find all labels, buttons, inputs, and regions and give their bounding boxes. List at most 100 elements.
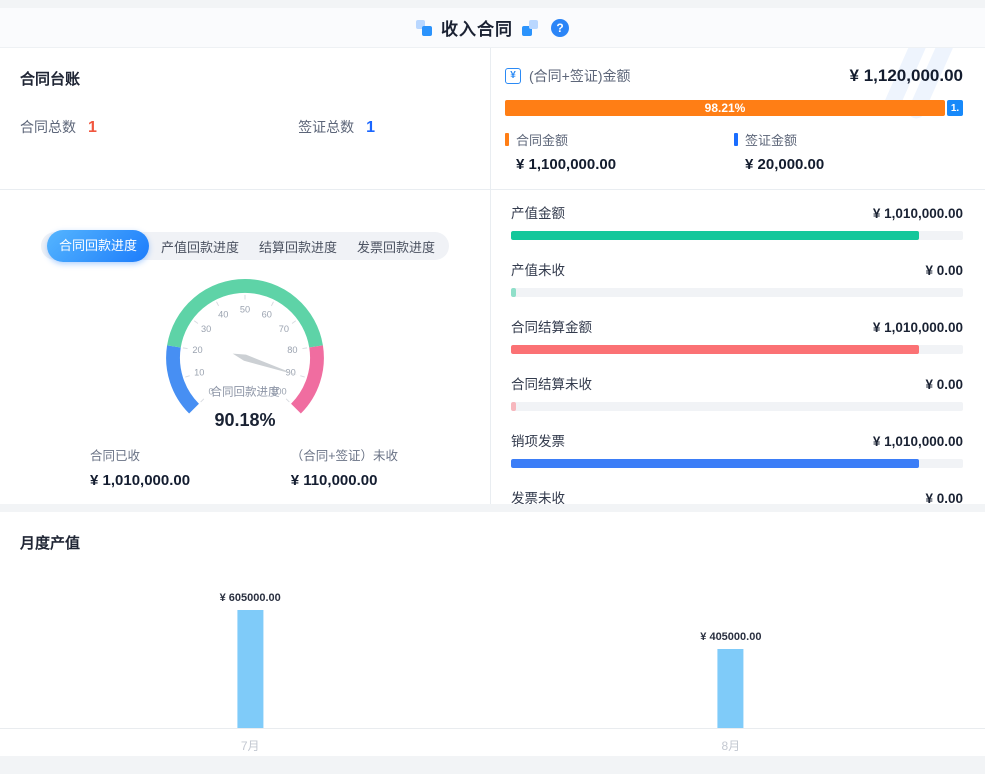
amount-ratio-bar: 98.21% 1. (505, 100, 963, 116)
gauge-tick-label: 60 (262, 310, 272, 320)
bar[interactable] (237, 610, 263, 728)
help-icon[interactable]: ? (551, 19, 569, 37)
gauge-percent-value: 90.18% (214, 410, 275, 431)
gauge-title: 合同回款进度 (210, 385, 280, 399)
contract-count-value: 1 (88, 119, 97, 137)
gauge-tick (217, 302, 219, 306)
bar-data-label: ¥ 605000.00 (220, 592, 281, 604)
contract-amount-value: ¥ 1,100,000.00 (505, 156, 734, 173)
bar-category-label: 8月 (722, 737, 741, 754)
gauge-tick-label: 10 (194, 367, 204, 377)
contract-count-label: 合同总数 (20, 117, 76, 137)
gauge-tick (185, 376, 189, 377)
collection-progress-panel: 合同回款进度产值回款进度结算回款进度发票回款进度 010203040506070… (0, 190, 490, 504)
visa-count-item: 签证总数 1 (298, 117, 375, 137)
bar-group-8月: ¥ 405000.008月 (700, 631, 761, 728)
stat-value: ¥ 0.00 (925, 491, 963, 504)
stat-row: 发票未收¥ 0.00 (511, 487, 963, 504)
visa-amount-bar: 1. (947, 100, 963, 116)
gauge-tick-label: 70 (279, 324, 289, 334)
gauge-segment (173, 346, 194, 408)
bar-data-label: ¥ 405000.00 (700, 631, 761, 643)
stat-value: ¥ 1,010,000.00 (873, 206, 963, 221)
unreceived-value: ¥ 110,000.00 (291, 472, 398, 489)
stat-row: 产值金额 ¥ 1,010,000.00 (511, 202, 963, 240)
stat-row: 合同结算金额¥ 1,010,000.00 (511, 316, 963, 354)
gauge-tick-label: 20 (192, 345, 202, 355)
tab-结算回款进度[interactable]: 结算回款进度 (249, 237, 347, 256)
gauge-tick (271, 302, 273, 306)
stat-track (511, 288, 963, 297)
amount-summary-panel: ¥ (合同+签证)金额 ¥ 1,120,000.00 98.21% 1. 合同金… (491, 48, 985, 189)
stat-label: 销项发票 (511, 430, 565, 450)
stat-label: 产值金额 (511, 202, 565, 222)
tab-发票回款进度[interactable]: 发票回款进度 (347, 237, 445, 256)
contract-ledger-panel: 合同台账 合同总数 1 签证总数 1 (0, 48, 490, 189)
stat-track (511, 345, 963, 354)
bar[interactable] (718, 649, 744, 728)
stat-fill (511, 288, 516, 297)
dashboard-grid: 合同台账 合同总数 1 签证总数 1 ¥ (合同+签证)金额 ¥ 1,120,0… (0, 48, 985, 504)
gauge-tick (194, 321, 198, 324)
stat-track (511, 402, 963, 411)
received-value: ¥ 1,010,000.00 (90, 472, 190, 489)
ledger-row: 合同总数 1 签证总数 1 (20, 117, 470, 137)
visa-amount-value: ¥ 20,000.00 (734, 156, 963, 173)
stat-fill (511, 402, 516, 411)
contract-amount-label: 合同金额 (516, 130, 568, 149)
ledger-title: 合同台账 (20, 68, 470, 89)
title-decor-right-icon (522, 20, 538, 36)
monthly-output-panel: 月度产值 ¥ 605000.007月¥ 405000.008月 (0, 512, 985, 756)
stat-value: ¥ 1,010,000.00 (873, 320, 963, 335)
received-block: 合同已收 ¥ 1,010,000.00 (90, 445, 190, 489)
unreceived-block: （合同+签证）未收 ¥ 110,000.00 (291, 445, 398, 489)
stats-panel: 产值金额 ¥ 1,010,000.00 产值未收 ¥ 0.00 合同结算金额¥ 1,01… (491, 190, 985, 504)
gauge-tick (183, 348, 188, 349)
progress-tabs: 合同回款进度产值回款进度结算回款进度发票回款进度 (41, 232, 449, 260)
stat-row: 产值未收 ¥ 0.00 (511, 259, 963, 297)
title-decor-left-icon (416, 20, 432, 36)
gauge-tick-label: 40 (218, 310, 228, 320)
stat-value: ¥ 0.00 (925, 263, 963, 278)
stat-fill (511, 231, 919, 240)
stat-fill (511, 345, 919, 354)
invoice-icon: ¥ (505, 68, 521, 84)
monthly-bar-chart: ¥ 605000.007月 ¥ 405000.008月 (0, 567, 985, 729)
gauge-tick-label: 50 (240, 304, 250, 314)
gauge-tick-label: 30 (201, 324, 211, 334)
stat-value: ¥ 1,010,000.00 (873, 434, 963, 449)
gauge-tick (302, 348, 307, 349)
tab-产值回款进度[interactable]: 产值回款进度 (151, 237, 249, 256)
gauge-tick (292, 321, 296, 324)
stat-label: 产值未收 (511, 259, 565, 279)
stats-rows: 产值金额 ¥ 1,010,000.00 产值未收 ¥ 0.00 合同结算金额¥ 1,01… (511, 202, 963, 504)
received-label: 合同已收 (90, 445, 190, 464)
gauge-segment (296, 346, 317, 408)
stat-row: 销项发票 ¥ 1,010,000.00 (511, 430, 963, 468)
page-title: 收入合同 (441, 15, 513, 40)
visa-count-label: 签证总数 (298, 117, 354, 137)
gauge-tick (286, 399, 289, 402)
gauge-tick (300, 376, 304, 377)
visa-amount-label: 签证金额 (745, 130, 797, 149)
monthly-title: 月度产值 (20, 532, 985, 553)
stat-track (511, 231, 963, 240)
visa-count-value: 1 (366, 119, 375, 137)
tab-合同回款进度[interactable]: 合同回款进度 (47, 230, 149, 262)
bar-category-label: 7月 (241, 737, 260, 754)
bar-group-7月: ¥ 605000.007月 (220, 592, 281, 728)
stat-fill (511, 459, 919, 468)
stat-row: 合同结算未收 ¥ 0.00 (511, 373, 963, 411)
gauge-pointer (233, 354, 298, 376)
stat-value: ¥ 0.00 (925, 377, 963, 392)
visa-amount-legend: 签证金额 ¥ 20,000.00 (734, 130, 963, 173)
contract-count-item: 合同总数 1 (20, 117, 97, 137)
collection-gauge-chart: 0102030405060708090100合同回款进度 (139, 270, 351, 414)
summary-total-value: ¥ 1,120,000.00 (850, 66, 963, 86)
contract-amount-bar: 98.21% (505, 100, 945, 116)
unreceived-label: （合同+签证）未收 (291, 445, 398, 464)
page-header: 收入合同 ? (0, 8, 985, 48)
stat-label: 合同结算未收 (511, 373, 592, 393)
gauge-tick-label: 80 (287, 345, 297, 355)
summary-label: (合同+签证)金额 (529, 66, 631, 86)
